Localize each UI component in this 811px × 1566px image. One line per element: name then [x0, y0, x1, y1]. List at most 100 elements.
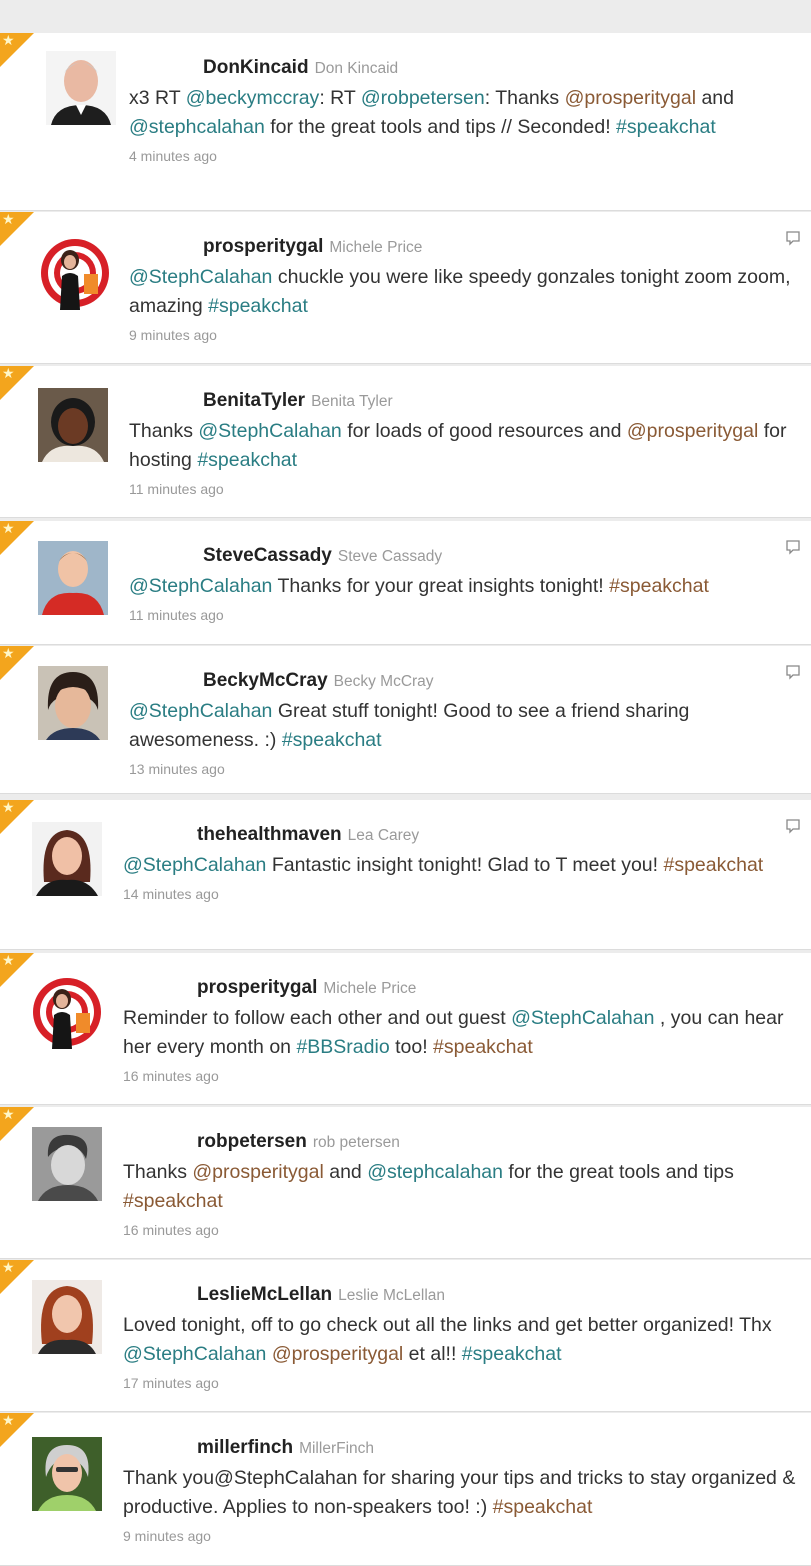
link-text[interactable]: @prosperitygal [192, 1161, 323, 1183]
tweet-text: @StephCalahan Fantastic insight tonight!… [123, 851, 807, 880]
timestamp[interactable]: 16 minutes ago [123, 1219, 807, 1241]
tweet-item[interactable]: ★ thehealthmaven Lea Carey @StephCalahan Fa… [0, 800, 811, 950]
tweet-header: BenitaTyler Benita Tyler [129, 390, 807, 413]
mention-link[interactable]: @StephCalahan [129, 266, 272, 288]
tweet-text-segment: Thanks [123, 1161, 193, 1183]
mention-link[interactable]: @StephCalahan [511, 1007, 654, 1029]
tweet-item[interactable]: ★ SteveCassady Steve Cassady @StephCalahan … [0, 521, 811, 645]
tweet-body: robpetersen rob petersen Thanks @prosperit… [123, 1131, 807, 1241]
link-text[interactable]: #speakchat [493, 1496, 593, 1518]
avatar-woman-red-hair-icon[interactable] [32, 1280, 102, 1354]
screen-name[interactable]: prosperitygal [203, 236, 323, 257]
favorite-star-icon[interactable]: ★ [0, 1107, 34, 1141]
tweet-item[interactable]: ★ BenitaTyler Benita Tyler Thanks @StephCal… [0, 366, 811, 518]
mention-link[interactable]: @StephCalahan [129, 700, 272, 722]
tweet-text: Thank you@StephCalahan for sharing your … [123, 1464, 807, 1522]
reply-icon[interactable] [785, 230, 801, 246]
tweet-text-segment: for loads of good resources and [341, 420, 627, 442]
avatar-man-suit-icon[interactable] [46, 51, 116, 125]
tweet-header: DonKincaid Don Kincaid [129, 57, 807, 80]
screen-name[interactable]: prosperitygal [197, 977, 317, 998]
avatar-woman-dark-hair-icon[interactable] [32, 822, 102, 896]
timestamp[interactable]: 16 minutes ago [123, 1065, 807, 1087]
hashtag-link[interactable]: #speakchat [197, 449, 297, 471]
tweet-header: prosperitygal Michele Price [129, 236, 807, 259]
screen-name[interactable]: BeckyMcCray [203, 670, 328, 691]
mention-link[interactable]: @beckymccray [186, 87, 320, 109]
timestamp[interactable]: 14 minutes ago [123, 883, 807, 905]
tweet-item[interactable]: ★ LeslieMcLellan Leslie McLellan Loved toni… [0, 1260, 811, 1412]
timestamp[interactable]: 9 minutes ago [123, 1525, 807, 1547]
link-text[interactable]: #speakchat [609, 575, 709, 597]
tweet-text: Thanks @StephCalahan for loads of good r… [129, 417, 807, 475]
timestamp[interactable]: 11 minutes ago [129, 478, 807, 500]
link-text[interactable]: #speakchat [123, 1190, 223, 1212]
favorite-star-icon[interactable]: ★ [0, 1260, 34, 1294]
timestamp[interactable]: 9 minutes ago [129, 324, 807, 346]
hashtag-link[interactable]: #BBSradio [296, 1036, 389, 1058]
avatar-prosperity-logo-icon[interactable] [32, 975, 102, 1049]
timestamp[interactable]: 11 minutes ago [129, 604, 807, 626]
timestamp[interactable]: 17 minutes ago [123, 1372, 807, 1394]
favorite-star-icon[interactable]: ★ [0, 366, 34, 400]
hashtag-link[interactable]: #speakchat [208, 295, 308, 317]
mention-link[interactable]: @stephcalahan [367, 1161, 503, 1183]
tweet-item[interactable]: ★ BeckyMcCray Becky McCray @StephCalahan Gr… [0, 646, 811, 794]
reply-icon[interactable] [785, 818, 801, 834]
timestamp[interactable]: 13 minutes ago [129, 758, 807, 780]
favorite-star-icon[interactable]: ★ [0, 212, 34, 246]
reply-icon[interactable] [785, 664, 801, 680]
tweet-header: SteveCassady Steve Cassady [129, 545, 807, 568]
screen-name[interactable]: DonKincaid [203, 57, 309, 78]
favorite-star-icon[interactable]: ★ [0, 33, 34, 67]
screen-name[interactable]: robpetersen [197, 1131, 307, 1152]
tweet-item[interactable]: ★ prosperitygal Michele Price @StephCalahan… [0, 212, 811, 364]
avatar-woman-gray-hair-icon[interactable] [32, 1437, 102, 1511]
mention-link[interactable]: @stephcalahan [129, 116, 265, 138]
screen-name[interactable]: LeslieMcLellan [197, 1284, 332, 1305]
tweet-body: SteveCassady Steve Cassady @StephCalahan T… [129, 545, 807, 626]
tweet-item[interactable]: ★ millerfinch MillerFinch Thank you@StephCa… [0, 1413, 811, 1566]
hashtag-link[interactable]: #speakchat [616, 116, 716, 138]
link-text[interactable]: #speakchat [663, 854, 763, 876]
hashtag-link[interactable]: #speakchat [462, 1343, 562, 1365]
mention-link[interactable]: @StephCalahan [123, 1343, 266, 1365]
favorite-star-icon[interactable]: ★ [0, 521, 34, 555]
mention-link[interactable]: @robpetersen [361, 87, 485, 109]
link-text[interactable]: @prosperitygal [627, 420, 758, 442]
link-text[interactable]: #speakchat [433, 1036, 533, 1058]
mention-link[interactable]: @StephCalahan [198, 420, 341, 442]
avatar-man-red-shirt-icon[interactable] [38, 541, 108, 615]
favorite-star-icon[interactable]: ★ [0, 800, 34, 834]
avatar-man-grayscale-icon[interactable] [32, 1127, 102, 1201]
reply-icon[interactable] [785, 539, 801, 555]
tweet-text-segment: x3 RT [129, 87, 186, 109]
full-name: Michele Price [329, 239, 423, 256]
avatar-woman-icon[interactable] [38, 388, 108, 462]
tweet-item[interactable]: ★ prosperitygal Michele Price Reminder to f… [0, 953, 811, 1105]
full-name: rob petersen [312, 1134, 400, 1151]
tweet-item[interactable]: ★ DonKincaid Don Kincaid x3 RT @beckymccray… [0, 33, 811, 211]
link-text[interactable]: @prosperitygal [565, 87, 696, 109]
tweet-header: millerfinch MillerFinch [123, 1437, 807, 1460]
avatar-woman-short-hair-icon[interactable] [38, 666, 108, 740]
screen-name[interactable]: thehealthmaven [197, 824, 342, 845]
favorite-star-icon[interactable]: ★ [0, 1413, 34, 1447]
screen-name[interactable]: millerfinch [197, 1437, 293, 1458]
link-text[interactable]: @prosperitygal [272, 1343, 403, 1365]
favorite-star-icon[interactable]: ★ [0, 646, 34, 680]
tweet-item[interactable]: ★ robpetersen rob petersen Thanks @prosperi… [0, 1107, 811, 1259]
screen-name[interactable]: BenitaTyler [203, 390, 305, 411]
avatar-prosperity-logo-icon[interactable] [40, 236, 110, 310]
tweet-text: Loved tonight, off to go check out all t… [123, 1311, 807, 1369]
hashtag-link[interactable]: #speakchat [282, 729, 382, 751]
full-name: Lea Carey [347, 827, 420, 844]
tweet-body: DonKincaid Don Kincaid x3 RT @beckymccray:… [129, 57, 807, 167]
mention-link[interactable]: @StephCalahan [129, 575, 272, 597]
screen-name[interactable]: SteveCassady [203, 545, 332, 566]
mention-link[interactable]: @StephCalahan [123, 854, 266, 876]
favorite-star-icon[interactable]: ★ [0, 953, 34, 987]
timestamp[interactable]: 4 minutes ago [129, 145, 807, 167]
tweet-header: robpetersen rob petersen [123, 1131, 807, 1154]
tweet-text-segment: Thank you@StephCalahan for sharing your … [123, 1467, 796, 1518]
